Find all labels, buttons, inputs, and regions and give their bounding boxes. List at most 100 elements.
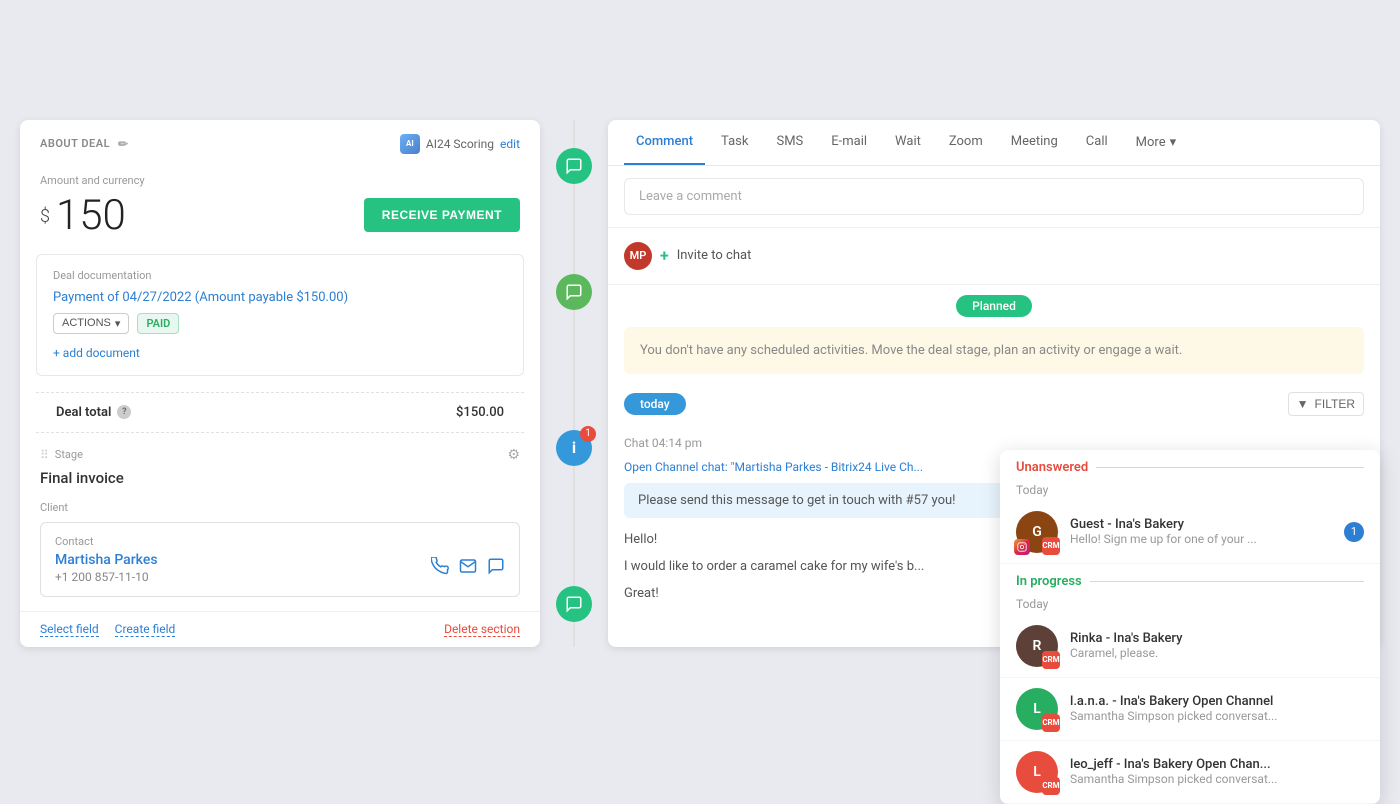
amount-label: Amount and currency <box>40 174 520 187</box>
tab-email[interactable]: E-mail <box>819 120 879 165</box>
unread-badge-1: 1 <box>1344 522 1364 542</box>
rinka-preview: Caramel, please. <box>1070 646 1364 660</box>
instagram-badge <box>1014 539 1030 555</box>
more-chevron-icon: ▾ <box>1170 135 1177 150</box>
about-deal-label: ABOUT DEAL <box>40 137 110 150</box>
info-badge: 1 <box>580 426 596 442</box>
about-deal-title: ABOUT DEAL ✏ <box>40 137 129 151</box>
amount-display: $ 150 <box>40 191 126 240</box>
select-field-link[interactable]: Select field <box>40 622 99 637</box>
drag-icon: ⠿ <box>40 448 49 462</box>
today-badge-row: today ▼ FILTER <box>608 386 1380 426</box>
ai24-badge[interactable]: AI AI24 Scoring edit <box>400 134 520 154</box>
lana-preview: Samantha Simpson picked conversat... <box>1070 709 1364 723</box>
tab-zoom[interactable]: Zoom <box>937 120 995 165</box>
payment-link[interactable]: Payment of 04/27/2022 (Amount payable $1… <box>53 290 507 305</box>
chat-header: Chat 04:14 pm <box>624 436 1364 450</box>
invite-text[interactable]: Invite to chat <box>677 248 752 263</box>
contact-action-icons <box>431 557 505 579</box>
guest-avatar: G CRM <box>1016 511 1058 553</box>
chat-list-item-leojeff[interactable]: L CRM leo_jeff - Ina's Bakery Open Chan.… <box>1000 741 1380 804</box>
lana-crm-badge: CRM <box>1042 714 1060 732</box>
chat-time: 04:14 pm <box>652 436 702 450</box>
actions-chevron-icon: ▾ <box>115 317 121 330</box>
contact-row: Martisha Parkes +1 200 857-11-10 <box>55 552 505 584</box>
contact-name[interactable]: Martisha Parkes <box>55 552 158 568</box>
in-progress-label: In progress <box>1016 574 1364 589</box>
lana-name: l.a.n.a. - Ina's Bakery Open Channel <box>1070 694 1364 709</box>
in-progress-text: In progress <box>1016 574 1082 589</box>
chat-dropdown-panel: Unanswered Today G CRM Guest - Ina's Bak… <box>1000 450 1380 804</box>
tab-task[interactable]: Task <box>709 120 760 165</box>
edit-link[interactable]: edit <box>500 137 520 151</box>
timeline-bubble-chat2 <box>556 586 592 622</box>
in-progress-section-header: In progress <box>1000 564 1380 595</box>
chat-list-item-lana[interactable]: L CRM l.a.n.a. - Ina's Bakery Open Chann… <box>1000 678 1380 741</box>
amount-section: Amount and currency $ 150 RECEIVE PAYMEN… <box>20 164 540 254</box>
help-icon[interactable]: ? <box>117 405 131 419</box>
create-field-link[interactable]: Create field <box>115 622 176 637</box>
deal-total-label: Deal total ? <box>56 405 131 420</box>
stage-label: ⠿ Stage <box>40 448 83 462</box>
chat-channel-link[interactable]: Open Channel chat: "Martisha Parkes - Bi… <box>624 460 923 474</box>
more-label: More <box>1136 135 1166 150</box>
bottom-actions: Select field Create field Delete section <box>20 611 540 647</box>
leojeff-preview: Samantha Simpson picked conversat... <box>1070 772 1364 786</box>
phone-icon[interactable] <box>431 557 449 579</box>
deal-docs-section: Deal documentation Payment of 04/27/2022… <box>36 254 524 376</box>
tab-comment[interactable]: Comment <box>624 120 705 165</box>
guest-preview: Hello! Sign me up for one of your ... <box>1070 532 1332 546</box>
amount-row: $ 150 RECEIVE PAYMENT <box>40 191 520 240</box>
deal-total-row: Deal total ? $150.00 <box>36 392 524 433</box>
amount-value: 150 <box>56 191 126 240</box>
filter-button[interactable]: ▼ FILTER <box>1288 392 1364 416</box>
rinka-avatar: R CRM <box>1016 625 1058 667</box>
actions-label: ACTIONS <box>62 317 111 329</box>
contact-info: Martisha Parkes +1 200 857-11-10 <box>55 552 158 584</box>
client-label: Client <box>40 501 520 514</box>
add-document-link[interactable]: + add document <box>53 346 140 360</box>
leojeff-name: leo_jeff - Ina's Bakery Open Chan... <box>1070 757 1364 772</box>
stage-gear-icon[interactable]: ⚙ <box>507 447 520 463</box>
activity-tabs: Comment Task SMS E-mail Wait Zoom Meetin… <box>608 120 1380 166</box>
stage-header: ⠿ Stage ⚙ <box>40 447 520 463</box>
receive-payment-button[interactable]: RECEIVE PAYMENT <box>364 198 520 232</box>
invite-chat-row: MP + Invite to chat <box>608 228 1380 285</box>
tab-call[interactable]: Call <box>1074 120 1120 165</box>
contact-label: Contact <box>55 535 505 548</box>
tab-meeting[interactable]: Meeting <box>999 120 1070 165</box>
guest-content: Guest - Ina's Bakery Hello! Sign me up f… <box>1070 517 1332 546</box>
chat-list-item-rinka[interactable]: R CRM Rinka - Ina's Bakery Caramel, plea… <box>1000 615 1380 678</box>
paid-badge: PAID <box>137 313 179 334</box>
message-icon[interactable] <box>487 557 505 579</box>
plus-icon: + <box>660 246 669 265</box>
info-message: You don't have any scheduled activities.… <box>624 327 1364 375</box>
stage-section: ⠿ Stage ⚙ Final invoice <box>20 433 540 501</box>
today-badge: today <box>624 393 686 415</box>
delete-section-link[interactable]: Delete section <box>444 622 520 637</box>
unanswered-section-header: Unanswered <box>1000 450 1380 481</box>
edit-pencil-icon[interactable]: ✏ <box>118 137 129 151</box>
email-icon[interactable] <box>459 557 477 579</box>
doc-actions: ACTIONS ▾ PAID <box>53 313 507 334</box>
crm-badge: CRM <box>1042 537 1060 555</box>
chat-list-item-guest[interactable]: G CRM Guest - Ina's Bakery Hello! Sign m… <box>1000 501 1380 564</box>
unanswered-text: Unanswered <box>1016 460 1088 475</box>
filter-icon: ▼ <box>1297 397 1309 411</box>
unanswered-divider <box>1096 467 1364 468</box>
leojeff-crm-badge: CRM <box>1042 777 1060 795</box>
actions-button[interactable]: ACTIONS ▾ <box>53 313 129 334</box>
deal-docs-label: Deal documentation <box>53 269 507 282</box>
unanswered-date: Today <box>1000 481 1380 501</box>
contact-card: Contact Martisha Parkes +1 200 857-11-10 <box>40 522 520 597</box>
leojeff-content: leo_jeff - Ina's Bakery Open Chan... Sam… <box>1070 757 1364 786</box>
currency-symbol: $ <box>40 206 50 227</box>
tab-sms[interactable]: SMS <box>764 120 815 165</box>
rinka-content: Rinka - Ina's Bakery Caramel, please. <box>1070 631 1364 660</box>
deal-total-value: $150.00 <box>456 405 504 420</box>
tab-more[interactable]: More ▾ <box>1124 121 1188 164</box>
ai24-label: AI24 Scoring <box>426 137 494 151</box>
bottom-links: Select field Create field <box>40 622 175 637</box>
comment-input[interactable]: Leave a comment <box>624 178 1364 215</box>
tab-wait[interactable]: Wait <box>883 120 933 165</box>
